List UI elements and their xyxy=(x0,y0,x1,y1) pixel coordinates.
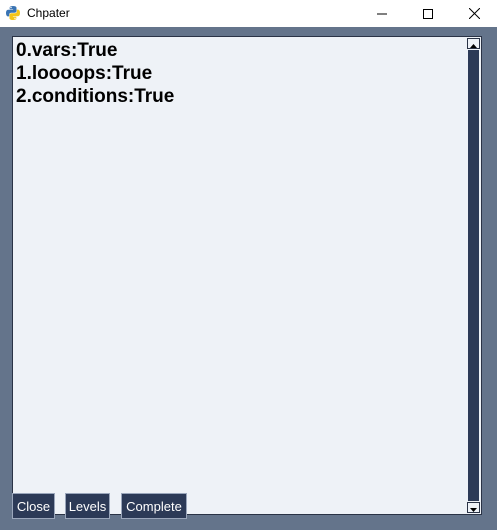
title-bar: Chpater xyxy=(0,0,497,27)
arrow-down-icon xyxy=(470,499,477,517)
scroll-down-button[interactable] xyxy=(467,502,480,513)
levels-button[interactable]: Levels xyxy=(65,493,110,519)
minimize-button[interactable] xyxy=(359,0,405,27)
text-line: 0.vars:True xyxy=(16,40,118,61)
close-button[interactable]: Close xyxy=(12,493,55,519)
text-line: 1.loooops:True xyxy=(16,63,153,84)
maximize-icon xyxy=(423,8,433,19)
python-icon xyxy=(5,5,21,21)
window-body: 0.vars:True 1.loooops:True 2.conditions:… xyxy=(0,27,497,530)
text-area[interactable]: 0.vars:True 1.loooops:True 2.conditions:… xyxy=(12,36,482,515)
vertical-scrollbar[interactable] xyxy=(467,38,480,513)
text-line: 2.conditions:True xyxy=(16,86,175,107)
scroll-up-button[interactable] xyxy=(467,38,480,49)
close-icon xyxy=(468,8,480,19)
scrollbar-thumb[interactable] xyxy=(468,50,479,501)
window-title: Chpater xyxy=(27,6,70,20)
text-content: 0.vars:True 1.loooops:True 2.conditions:… xyxy=(14,38,465,514)
maximize-button[interactable] xyxy=(405,0,451,27)
minimize-icon xyxy=(377,9,387,19)
window-close-button[interactable] xyxy=(451,0,497,27)
complete-button[interactable]: Complete xyxy=(121,493,187,519)
